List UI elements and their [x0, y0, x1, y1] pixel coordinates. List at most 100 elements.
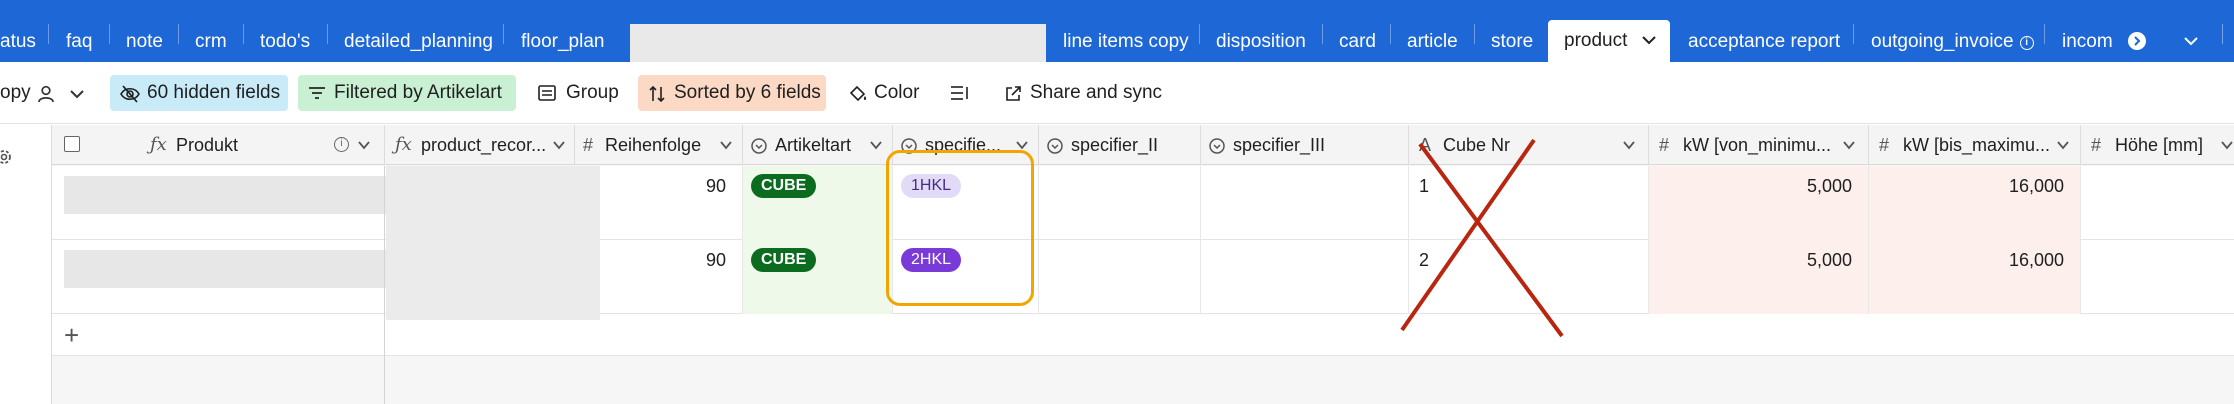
chevron-down-icon[interactable] [358, 141, 370, 150]
share-sync-button[interactable]: Share and sync [992, 75, 1162, 111]
col-header-specifier-ii[interactable]: specifier_II [1039, 125, 1201, 165]
cell-produkt[interactable] [52, 166, 394, 240]
col-header-label: kW [von_minimu... [1683, 135, 1832, 155]
single-select-icon [751, 138, 767, 154]
tab-store[interactable]: store [1491, 0, 1533, 62]
chevron-down-icon[interactable] [1016, 141, 1028, 150]
cell-hoehe[interactable] [2081, 240, 2234, 314]
tab-card[interactable]: card [1339, 0, 1376, 62]
col-header-product-record[interactable]: ƒx product_recor... [385, 125, 575, 165]
col-header-specifier-iii[interactable]: specifier_III [1201, 125, 1409, 165]
tab-faq[interactable]: faq [66, 0, 92, 62]
cell-reihenfolge[interactable]: 90 [575, 240, 743, 314]
tab-outgoing-invoice[interactable]: outgoing_invoice i [1871, 0, 2034, 62]
color-button[interactable]: Color [838, 75, 924, 111]
cell-specifier-iii[interactable] [1201, 240, 1409, 314]
tab-article[interactable]: article [1407, 0, 1458, 62]
tab-line-items-copy[interactable]: line items copy [1063, 0, 1189, 62]
col-header-kw-min[interactable]: # kW [von_minimu... [1649, 125, 1869, 165]
highlight-annotation-box [886, 150, 1034, 306]
tab-divider [503, 24, 504, 44]
view-switcher[interactable]: opy [0, 75, 100, 111]
left-gutter [0, 125, 52, 404]
row-height-icon [951, 86, 968, 100]
chevron-down-icon[interactable] [1623, 141, 1635, 150]
tab-product-label: product [1564, 30, 1628, 51]
tab-divider [109, 24, 110, 44]
tab-divider [178, 24, 179, 44]
gear-icon[interactable] [0, 147, 14, 167]
chevron-down-icon[interactable] [1843, 141, 1855, 150]
chevron-down-icon[interactable] [2184, 36, 2198, 46]
cell-specifier-ii[interactable] [1039, 240, 1201, 314]
filter-button[interactable]: Filtered by Artikelart [298, 75, 516, 111]
redacted-value [64, 176, 394, 214]
chevron-down-icon[interactable] [553, 141, 565, 150]
cell-specifier-iii[interactable] [1201, 166, 1409, 240]
col-header-label: Reihenfolge [605, 135, 702, 155]
cell-artikeltart[interactable]: CUBE [743, 166, 893, 240]
row-height-button[interactable] [940, 75, 970, 111]
redacted-block [386, 166, 600, 320]
chevron-down-icon [1642, 36, 1656, 45]
scroll-tabs-right-icon[interactable] [2128, 32, 2146, 50]
col-header-reihenfolge[interactable]: # Reihenfolge [575, 125, 743, 165]
cell-reihenfolge[interactable]: 90 [575, 166, 743, 240]
single-select-icon [1209, 138, 1225, 154]
paint-bucket-icon [849, 85, 867, 102]
tab-incoming[interactable]: incom [2062, 0, 2117, 62]
cell-artikeltart[interactable]: CUBE [743, 240, 893, 314]
cell-produkt[interactable] [52, 240, 394, 314]
select-all-checkbox[interactable] [64, 136, 80, 152]
hidden-fields-button[interactable]: 60 hidden fields [110, 75, 288, 111]
app-window: atus faq note crm todo's detailed_planni… [0, 0, 2234, 404]
tab-status[interactable]: atus [0, 0, 36, 62]
user-icon [38, 85, 54, 103]
chevron-down-icon[interactable] [2221, 141, 2233, 150]
number-field-icon: # [1879, 135, 1890, 155]
chevron-down-icon[interactable] [2057, 141, 2069, 150]
cell-kw-min[interactable]: 5,000 [1649, 240, 1869, 314]
col-header-produkt[interactable]: ƒx Produkt i [52, 125, 385, 165]
tab-divider [2044, 24, 2045, 44]
col-header-label: Produkt [176, 135, 239, 155]
color-label: Color [874, 82, 920, 103]
tab-detailed-planning[interactable]: detailed_planning [344, 0, 493, 62]
table-row[interactable]: 90 CUBE 1HKL 1 5,000 16,000 [52, 166, 2234, 240]
chevron-down-icon[interactable] [870, 141, 882, 150]
sort-icon [649, 85, 665, 103]
add-record-icon[interactable]: + [64, 320, 79, 351]
cell-kw-min[interactable]: 5,000 [1649, 166, 1869, 240]
cell-kw-max[interactable]: 16,000 [1869, 240, 2081, 314]
tab-note[interactable]: note [126, 0, 163, 62]
add-row-bar: + [52, 314, 2234, 356]
chevron-down-icon[interactable] [720, 141, 732, 150]
formula-icon: ƒx [395, 134, 412, 155]
cell-kw-max[interactable]: 16,000 [1869, 166, 2081, 240]
tab-acceptance-report[interactable]: acceptance report [1688, 0, 1840, 62]
number-field-icon: # [583, 135, 594, 155]
tab-divider [2222, 24, 2223, 44]
col-header-hoehe[interactable]: # Höhe [mm] [2081, 125, 2234, 165]
filter-icon [309, 87, 325, 99]
col-header-artikeltart[interactable]: Artikeltart [743, 125, 893, 165]
cell-hoehe[interactable] [2081, 166, 2234, 240]
col-header-label: kW [bis_maximu... [1903, 135, 2051, 155]
table-row[interactable]: 90 CUBE 2HKL 2 5,000 16,000 [52, 240, 2234, 314]
tab-todos[interactable]: todo's [260, 0, 310, 62]
tab-divider [1474, 24, 1475, 44]
group-button[interactable]: Group [528, 75, 628, 111]
col-header-kw-max[interactable]: # kW [bis_maximu... [1869, 125, 2081, 165]
sort-button[interactable]: Sorted by 6 fields [638, 75, 826, 111]
tab-disposition[interactable]: disposition [1216, 0, 1306, 62]
cell-specifier-ii[interactable] [1039, 166, 1201, 240]
tab-product-active[interactable]: product [1548, 20, 1670, 62]
tab-outgoing-invoice-label: outgoing_invoice [1871, 31, 2014, 52]
info-icon[interactable]: i [334, 137, 349, 152]
tab-divider [1390, 24, 1391, 44]
tab-crm[interactable]: crm [195, 0, 227, 62]
tab-floor-plan[interactable]: floor_plan [521, 0, 604, 62]
number-field-icon: # [1659, 135, 1670, 155]
data-grid: ƒx Produkt i ƒx product_recor... # Reihe… [0, 125, 2234, 404]
view-toolbar: opy 60 hidden fields Filtered by Artikel… [0, 62, 2234, 124]
